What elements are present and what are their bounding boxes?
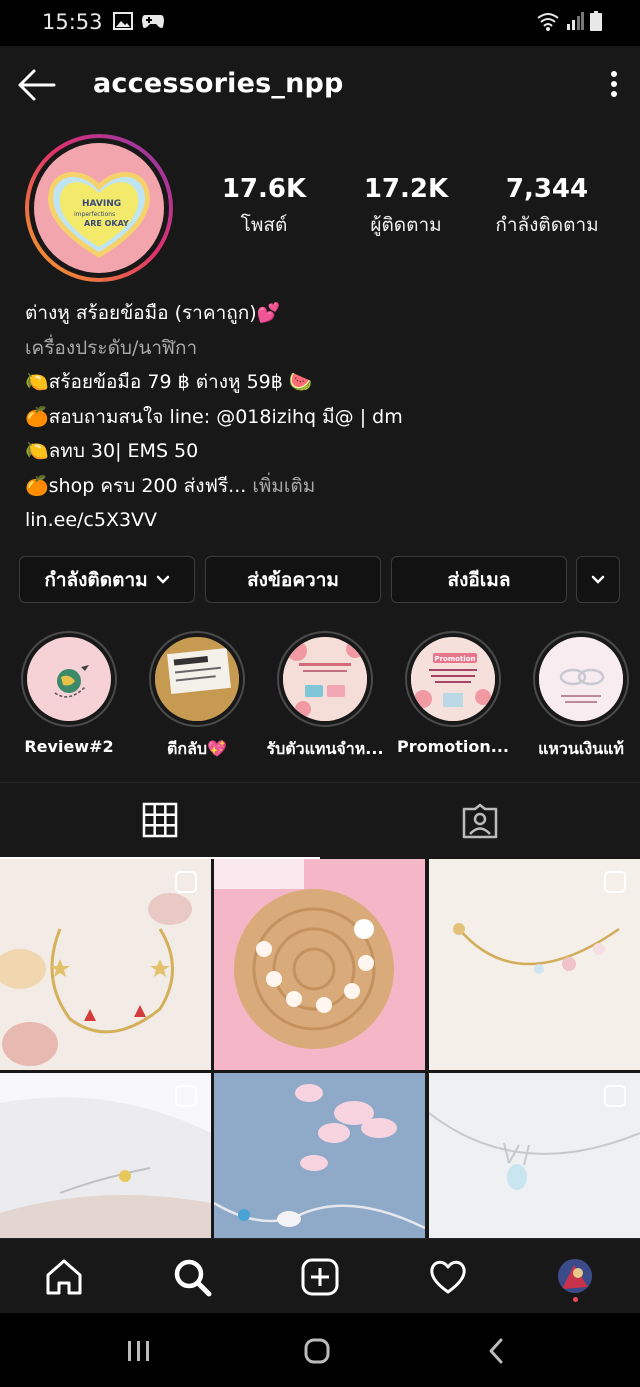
stat-posts-value: 17.6K	[221, 174, 307, 204]
bio-line-2: 🍊สอบถามสนใจ line: @018izihq มี@ | dm	[25, 405, 403, 428]
wifi-icon	[537, 13, 559, 31]
bio-category: เครื่องประดับ/นาฬิกา	[25, 336, 198, 359]
avatar-text-1: HAVING	[82, 199, 121, 209]
highlight-reseller[interactable]: รับตัวแทนจำห...	[261, 631, 389, 762]
recent-apps-icon[interactable]	[126, 1339, 152, 1363]
promotion-poster-image: Promotion	[411, 637, 495, 721]
stat-posts-label: โพสต์	[240, 214, 288, 236]
heart-icon[interactable]	[428, 1257, 468, 1297]
silver-ring-photo	[539, 637, 623, 721]
post-thumbnail[interactable]	[214, 859, 425, 1070]
profile-screen: accessories_npp HAVING imperfections ARE…	[0, 46, 640, 1313]
highlight-reseller-label: รับตัวแทนจำห...	[266, 739, 384, 758]
post-thumbnail[interactable]	[0, 859, 211, 1070]
avatar-text-2: imperfections	[74, 211, 115, 218]
message-button-label: ส่งข้อความ	[247, 568, 339, 591]
stat-following-value: 7,344	[505, 174, 589, 204]
reseller-poster-image	[283, 637, 367, 721]
stat-following-label: กำลังติดตาม	[495, 214, 599, 236]
top-bar: accessories_npp	[0, 46, 640, 126]
grid-icon	[142, 802, 178, 838]
bio-more-link[interactable]: เพิ่มเติม	[252, 475, 315, 497]
pearl-bracelet-photo	[214, 859, 425, 1070]
promotion-badge-text: Promotion	[434, 655, 475, 663]
tagged-person-icon	[462, 803, 498, 839]
profile-bio: ต่างหู สร้อยข้อมือ (ราคาถูก)💕 เครื่องประ…	[25, 296, 403, 538]
notification-dot	[573, 1297, 578, 1302]
suggested-accounts-button[interactable]	[576, 556, 620, 603]
post-thumbnail[interactable]	[429, 859, 640, 1070]
back-arrow-icon[interactable]	[16, 68, 56, 102]
multi-post-icon	[604, 871, 626, 893]
stat-followers-value: 17.2K	[363, 174, 449, 204]
bio-line-1: 🍋สร้อยข้อมือ 79 ฿ ต่างหู 59฿ 🍉	[25, 371, 313, 393]
home-button-icon[interactable]	[303, 1337, 331, 1365]
stat-followers-label: ผู้ติดตาม	[370, 214, 442, 236]
profile-avatar-tab[interactable]	[558, 1259, 592, 1293]
profile-tabs	[0, 782, 640, 859]
back-button-icon[interactable]	[486, 1337, 506, 1365]
new-post-icon[interactable]	[300, 1257, 340, 1297]
signal-icon	[567, 12, 584, 30]
email-button-label: ส่งอีเมล	[447, 568, 511, 591]
following-button[interactable]: กำลังติดตาม	[19, 556, 195, 603]
following-button-label: กำลังติดตาม	[44, 568, 148, 591]
heart-sticker-image: HAVING imperfections ARE OKAY	[48, 172, 150, 258]
bio-line-4: 🍊shop ครบ 200 ส่งฟรี...	[25, 474, 247, 497]
highlight-returned[interactable]: ตีกลับ💖	[133, 631, 261, 762]
stat-posts[interactable]: 17.6K โพสต์	[189, 174, 339, 240]
highlight-silver-rings[interactable]: แหวนเงินแท้	[517, 631, 640, 762]
status-bar: 15:53	[0, 0, 640, 46]
globe-plane-icon	[54, 665, 89, 698]
highlight-review[interactable]: Review#2	[5, 631, 133, 756]
home-icon[interactable]	[44, 1257, 84, 1297]
bottom-navigation	[0, 1238, 640, 1313]
profile-username: accessories_npp	[93, 68, 344, 99]
tab-posts-grid[interactable]	[0, 783, 320, 859]
gallery-icon	[113, 12, 133, 30]
search-icon[interactable]	[172, 1257, 212, 1297]
multi-post-icon	[175, 1085, 197, 1107]
battery-icon	[590, 11, 602, 31]
more-options-icon[interactable]	[610, 70, 618, 98]
highlight-silver-rings-label: แหวนเงินแท้	[538, 739, 624, 758]
tab-tagged[interactable]	[320, 783, 640, 859]
stat-followers[interactable]: 17.2K ผู้ติดตาม	[331, 174, 481, 240]
bio-line-4-wrap: 🍊shop ครบ 200 ส่งฟรี... เพิ่มเติม	[25, 469, 403, 504]
chevron-down-icon	[591, 575, 605, 584]
avatar-text-3: ARE OKAY	[84, 219, 129, 228]
email-button[interactable]: ส่งอีเมล	[391, 556, 567, 603]
bio-website-link[interactable]: lin.ee/c5X3VV	[25, 503, 403, 538]
posts-grid	[0, 859, 640, 1284]
bio-line-3: 🍋ลทบ 30| EMS 50	[25, 440, 199, 462]
message-button[interactable]: ส่งข้อความ	[205, 556, 381, 603]
highlight-promotion-label: Promotion...	[396, 737, 510, 756]
stat-following[interactable]: 7,344 กำลังติดตาม	[472, 174, 622, 240]
highlight-promotion[interactable]: Promotion Promotion...	[389, 631, 517, 756]
story-highlights: Review#2 ตีกลับ💖 รับตัวแทนจำห... Promoti…	[0, 631, 640, 771]
chevron-down-icon	[156, 575, 169, 584]
parcel-photo	[155, 637, 239, 721]
bio-name: ต่างหู สร้อยข้อมือ (ราคาถูก)💕	[25, 302, 281, 324]
highlight-returned-label: ตีกลับ💖	[167, 739, 227, 758]
status-time: 15:53	[42, 10, 103, 34]
highlight-review-label: Review#2	[24, 737, 114, 756]
multi-post-icon	[604, 1085, 626, 1107]
multi-post-icon	[175, 871, 197, 893]
gamepad-icon	[142, 15, 164, 28]
system-navigation-bar	[0, 1313, 640, 1387]
avatar[interactable]: HAVING imperfections ARE OKAY	[25, 134, 173, 282]
avatar	[558, 1259, 592, 1293]
